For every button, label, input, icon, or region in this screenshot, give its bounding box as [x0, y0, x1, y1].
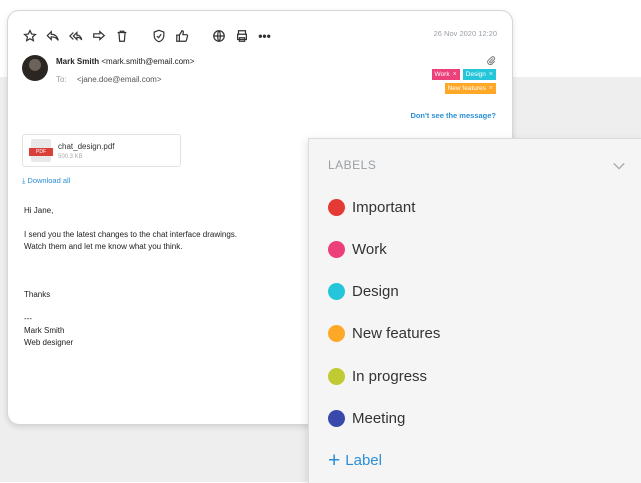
paperclip-icon [486, 55, 496, 68]
body-line [24, 253, 237, 265]
label-color-dot [328, 409, 345, 427]
label-name: New features [352, 324, 441, 342]
tag-work[interactable]: Work × [431, 69, 460, 80]
message-toolbar: ••• [22, 28, 272, 43]
message-date: 26 Nov 2020 12:20 [433, 29, 497, 38]
label-item-work[interactable]: Work [328, 239, 387, 259]
pdf-type-label: PDF [29, 148, 53, 156]
label-color-dot [328, 324, 345, 342]
download-all-link[interactable]: ⤓ Download all [22, 176, 70, 186]
label-item-meeting[interactable]: Meeting [328, 408, 405, 428]
label-color-dot [328, 282, 345, 300]
body-line: Watch them and let me know what you thin… [24, 242, 183, 251]
labels-dropdown-panel: LABELS Important Work Design New feature… [308, 138, 641, 483]
plus-icon: + [328, 449, 341, 472]
label-name: Meeting [352, 409, 406, 427]
label-name: Design [352, 282, 399, 300]
sender-email[interactable]: <mark.smith@email.com> [101, 57, 194, 66]
label-name: Work [352, 240, 387, 258]
sender-line: Mark Smith <mark.smith@email.com> [56, 57, 194, 66]
label-name: In progress [352, 367, 428, 385]
label-color-dot [328, 240, 345, 258]
body-line: --- [24, 314, 32, 323]
tag-remove-icon[interactable]: × [489, 71, 493, 78]
attachment-name: chat_design.pdf [58, 142, 115, 151]
label-item-new-features[interactable]: New features [328, 323, 440, 343]
body-line: I send you the latest changes to the cha… [24, 230, 238, 239]
trash-icon[interactable] [114, 28, 129, 43]
thumbs-up-icon[interactable] [174, 28, 189, 43]
body-line: Web designer [24, 338, 74, 347]
forward-icon[interactable] [91, 28, 106, 43]
body-line [24, 217, 237, 229]
body-line [24, 301, 237, 313]
label-item-important[interactable]: Important [328, 197, 415, 217]
tag-label: Design [465, 71, 486, 78]
body-line [24, 277, 237, 289]
attachment-card[interactable]: PDF chat_design.pdf 500.3 KB [22, 134, 181, 167]
label-name: Important [352, 198, 416, 216]
body-line: Mark Smith [24, 326, 65, 335]
avatar [22, 55, 48, 81]
pdf-file-icon: PDF [29, 139, 53, 162]
tag-remove-icon[interactable]: × [453, 71, 457, 78]
tag-remove-icon[interactable]: × [489, 85, 493, 92]
tag-design[interactable]: Design × [462, 69, 496, 80]
tag-new-features[interactable]: New features × [444, 83, 496, 94]
tag-label: Work [434, 71, 450, 78]
body-line [24, 265, 237, 277]
labels-header: LABELS [328, 158, 377, 172]
add-label-text: Label [345, 452, 382, 469]
dont-see-message-link[interactable]: Don't see the message? [410, 111, 496, 120]
sender-name: Mark Smith [56, 57, 100, 66]
chevron-down-icon[interactable] [612, 159, 626, 173]
recipient-line: To: <jane.doe@email.com> [56, 75, 162, 84]
label-color-dot [328, 198, 345, 216]
globe-icon[interactable] [211, 28, 226, 43]
message-body: Hi Jane, I send you the latest changes t… [24, 205, 237, 349]
body-line: Thanks [24, 290, 51, 299]
attachment-size: 500.3 KB [58, 154, 83, 160]
body-line: Hi Jane, [24, 206, 54, 215]
reply-all-icon[interactable] [68, 28, 83, 43]
to-label: To: [56, 75, 67, 84]
add-label-button[interactable]: + Label [328, 450, 382, 471]
label-item-design[interactable]: Design [328, 281, 399, 301]
print-icon[interactable] [234, 28, 249, 43]
recipient-email[interactable]: <jane.doe@email.com> [77, 75, 162, 84]
reply-icon[interactable] [45, 28, 60, 43]
message-tags: Work × Design × New features × [406, 69, 496, 94]
label-item-in-progress[interactable]: In progress [328, 366, 427, 386]
spam-shield-icon[interactable] [151, 28, 166, 43]
label-color-dot [328, 367, 345, 385]
more-options-icon[interactable]: ••• [257, 28, 272, 43]
tag-label: New features [447, 85, 486, 92]
star-icon[interactable] [22, 28, 37, 43]
